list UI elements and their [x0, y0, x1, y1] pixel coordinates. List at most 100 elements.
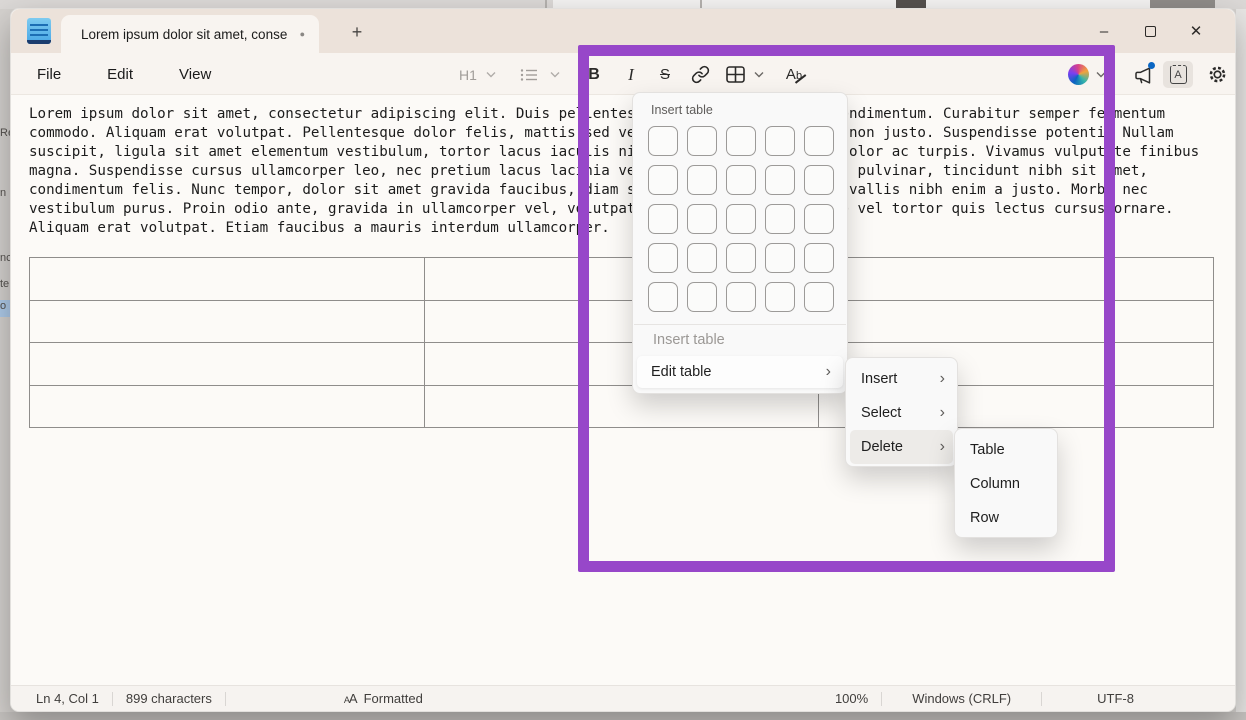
whats-new-button[interactable] — [1129, 61, 1157, 88]
table-size-cell[interactable] — [726, 126, 756, 156]
menu-separator — [634, 324, 846, 325]
table-size-cell[interactable] — [804, 126, 834, 156]
background-window-left-strip: Renncteo — [0, 9, 10, 712]
document-text-line: magna. Suspendisse cursus ullamcorper le… — [29, 162, 1219, 181]
table-size-cell[interactable] — [804, 282, 834, 312]
menu-toolbar-row: File Edit View H1 B I S — [11, 53, 1235, 95]
document-tab[interactable]: Lorem ipsum dolor sit amet, conse ● — [61, 15, 319, 53]
strikethrough-button[interactable]: S — [653, 61, 677, 88]
cursor-position: Ln 4, Col 1 — [11, 691, 112, 706]
menu-item-file[interactable]: File — [27, 62, 71, 87]
submenu-item-label: Row — [970, 510, 999, 526]
document-text-line: Lorem ipsum dolor sit amet, consectetur … — [29, 105, 1219, 124]
heading-chevron-icon[interactable] — [483, 61, 499, 88]
document-text-line: vestibulum purus. Proin odio ante, gravi… — [29, 200, 1219, 219]
document-table-cell[interactable] — [30, 343, 425, 386]
table-size-cell[interactable] — [765, 204, 795, 234]
table-size-cell[interactable] — [687, 243, 717, 273]
table-size-cell[interactable] — [804, 204, 834, 234]
table-size-cell[interactable] — [687, 126, 717, 156]
clear-formatting-button[interactable]: Ab — [779, 61, 809, 88]
background-text-fragment: n — [0, 187, 6, 199]
list-button[interactable] — [517, 61, 541, 88]
document-table-cell[interactable] — [819, 258, 1214, 301]
unsaved-indicator-dot: ● — [300, 29, 305, 39]
document-table-cell[interactable] — [819, 301, 1214, 344]
text-format-icon: AA — [344, 691, 357, 706]
delete-submenu: Table Column Row — [954, 428, 1058, 538]
table-size-cell[interactable] — [765, 282, 795, 312]
rewrite-button[interactable]: A — [1163, 61, 1193, 88]
table-size-cell[interactable] — [687, 204, 717, 234]
table-size-cell[interactable] — [765, 243, 795, 273]
table-button[interactable] — [722, 61, 748, 88]
document-editor[interactable]: Lorem ipsum dolor sit amet, consectetur … — [11, 95, 1235, 687]
title-bar: Lorem ipsum dolor sit amet, conse ● + – … — [11, 9, 1235, 53]
table-size-cell[interactable] — [726, 243, 756, 273]
table-size-cell[interactable] — [726, 282, 756, 312]
document-text-line: Aliquam erat volutpat. Etiam faucibus a … — [29, 219, 1219, 238]
submenu-item-row[interactable]: Row — [959, 501, 1053, 535]
table-chevron-icon[interactable] — [751, 61, 767, 88]
submenu-item-label: Table — [970, 442, 1005, 458]
insert-table-menu-item-disabled: Insert table — [653, 332, 725, 348]
submenu-item-insert[interactable]: Insert › — [850, 362, 953, 396]
bold-button[interactable]: B — [582, 61, 606, 88]
edit-table-menu-item[interactable]: Edit table › — [637, 356, 843, 388]
italic-button[interactable]: I — [619, 61, 643, 88]
document-text: Lorem ipsum dolor sit amet, consectetur … — [29, 105, 1219, 238]
gear-icon — [1207, 64, 1228, 85]
close-button[interactable]: ✕ — [1173, 11, 1219, 51]
settings-button[interactable] — [1203, 61, 1231, 88]
copilot-button[interactable] — [1064, 61, 1092, 88]
submenu-chevron-icon: › — [940, 370, 945, 388]
link-button[interactable] — [687, 61, 713, 88]
notepad-window: Lorem ipsum dolor sit amet, conse ● + – … — [10, 8, 1236, 712]
edit-table-submenu: Insert › Select›Delete› — [845, 357, 958, 467]
table-size-cell[interactable] — [648, 126, 678, 156]
minimize-button[interactable]: – — [1081, 11, 1127, 51]
submenu-item-column[interactable]: Column — [959, 467, 1053, 501]
document-table-cell[interactable] — [30, 301, 425, 344]
document-table-cell[interactable] — [30, 386, 425, 429]
maximize-button[interactable] — [1127, 11, 1173, 51]
table-size-cell[interactable] — [687, 282, 717, 312]
background-text-fragment: te — [0, 278, 9, 290]
table-size-cell[interactable] — [687, 165, 717, 195]
table-size-cell[interactable] — [648, 165, 678, 195]
insert-table-dropdown: Insert table Insert table Edit table › — [632, 92, 848, 394]
megaphone-icon — [1133, 65, 1153, 85]
formatted-indicator: AA Formatted — [344, 691, 423, 706]
background-text-fragment: o — [0, 300, 10, 317]
submenu-item-label: Delete — [861, 439, 903, 455]
document-text-line: condimentum felis. Nunc tempor, dolor si… — [29, 181, 1219, 200]
new-tab-button[interactable]: + — [344, 20, 370, 44]
list-chevron-icon[interactable] — [547, 61, 563, 88]
rewrite-icon: A — [1170, 65, 1187, 84]
submenu-item-select[interactable]: Select› — [850, 396, 953, 430]
formatted-label: Formatted — [364, 691, 423, 706]
table-size-cell[interactable] — [765, 165, 795, 195]
copilot-icon — [1068, 64, 1089, 85]
table-size-cell[interactable] — [648, 282, 678, 312]
table-size-cell[interactable] — [648, 243, 678, 273]
notification-dot — [1148, 62, 1155, 69]
table-size-cell[interactable] — [726, 165, 756, 195]
table-size-cell[interactable] — [765, 126, 795, 156]
submenu-item-label: Insert — [861, 371, 897, 387]
submenu-item-delete[interactable]: Delete› — [850, 430, 953, 464]
menu-item-view[interactable]: View — [169, 62, 221, 87]
table-size-cell[interactable] — [804, 243, 834, 273]
table-size-cell[interactable] — [648, 204, 678, 234]
background-window-right-strip — [1236, 9, 1246, 712]
copilot-chevron-icon[interactable] — [1093, 61, 1109, 88]
heading-style-button[interactable]: H1 — [456, 61, 480, 88]
menu-item-edit[interactable]: Edit — [97, 62, 143, 87]
document-table — [29, 257, 1214, 428]
document-table-cell[interactable] — [30, 258, 425, 301]
tab-title: Lorem ipsum dolor sit amet, conse — [81, 27, 292, 42]
table-size-cell[interactable] — [804, 165, 834, 195]
submenu-item-table[interactable]: Table — [959, 433, 1053, 467]
background-text-fragment: nc — [0, 252, 10, 264]
table-size-cell[interactable] — [726, 204, 756, 234]
